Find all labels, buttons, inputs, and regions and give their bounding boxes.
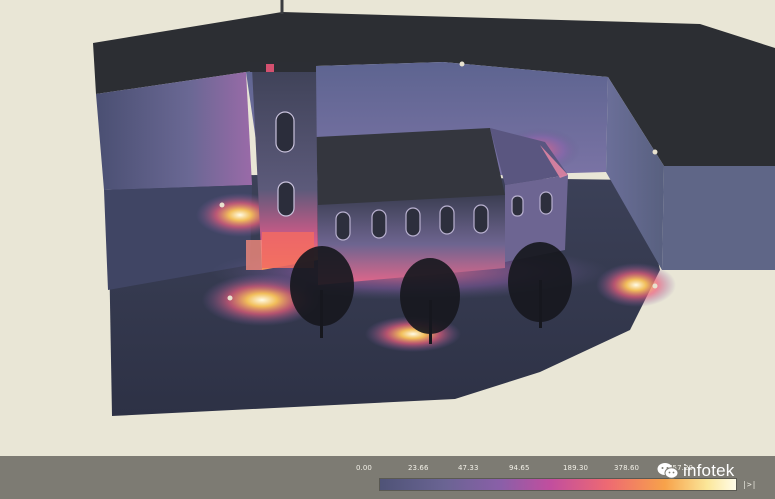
legend-tick: 94.65: [509, 464, 530, 472]
legend-tick: 0.00: [356, 464, 372, 472]
scene-render: [93, 0, 775, 416]
light-fixture: [652, 149, 658, 155]
church-nave-roof: [316, 128, 505, 205]
legend-tick: 378.60: [614, 464, 640, 472]
color-scale-legend: 0.00 23.66 47.33 94.65 189.30 378.60 757…: [0, 456, 775, 499]
light-fixture: [227, 295, 233, 301]
light-fixture: [459, 61, 465, 67]
wechat-icon: [657, 463, 679, 479]
brand-name: infotek: [683, 461, 735, 480]
tower-light-fixture: [266, 64, 274, 72]
brand-watermark: infotek: [657, 461, 735, 481]
tower-side-lit: [246, 240, 262, 270]
light-fixture: [219, 202, 225, 208]
legend-tick: 47.33: [458, 464, 479, 472]
light-fixture: [652, 283, 658, 289]
render-viewport[interactable]: [0, 0, 775, 456]
legend-tick: 189.30: [563, 464, 589, 472]
tower-cornice: [250, 62, 316, 72]
wall-far-right: [662, 166, 775, 270]
legend-tick: 23.66: [408, 464, 429, 472]
end-marker-icon[interactable]: |>|: [742, 480, 756, 490]
